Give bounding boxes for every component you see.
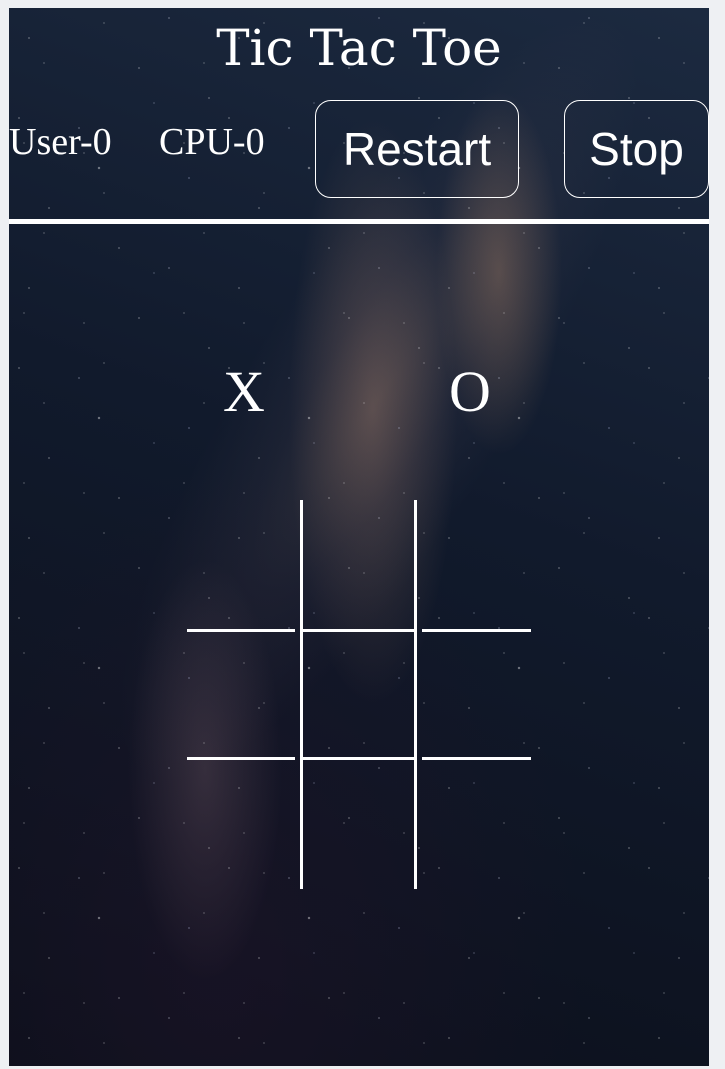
game-window: Tic Tac Toe User-0 CPU-0 Restart Stop X …: [9, 8, 709, 1066]
board-cell-9[interactable]: [417, 760, 531, 889]
board-cell-7[interactable]: [187, 760, 300, 889]
board-cell-4[interactable]: [187, 632, 300, 757]
header-divider: [9, 219, 709, 224]
board-cell-1[interactable]: [187, 500, 300, 629]
restart-button[interactable]: Restart: [315, 100, 519, 198]
board-cell-5[interactable]: [303, 632, 414, 757]
user-score: User-0: [9, 121, 112, 163]
board-cell-6[interactable]: [417, 632, 531, 757]
board-cell-2[interactable]: [303, 500, 414, 629]
choose-o-symbol[interactable]: O: [449, 360, 491, 424]
game-title: Tic Tac Toe: [216, 19, 502, 77]
stop-button[interactable]: Stop: [564, 100, 709, 198]
cpu-score: CPU-0: [159, 121, 265, 163]
board-cell-3[interactable]: [417, 500, 531, 629]
board-cell-8[interactable]: [303, 760, 414, 889]
header: Tic Tac Toe User-0 CPU-0 Restart Stop: [9, 8, 709, 220]
choose-x-symbol[interactable]: X: [223, 360, 265, 424]
game-board: [187, 500, 531, 889]
